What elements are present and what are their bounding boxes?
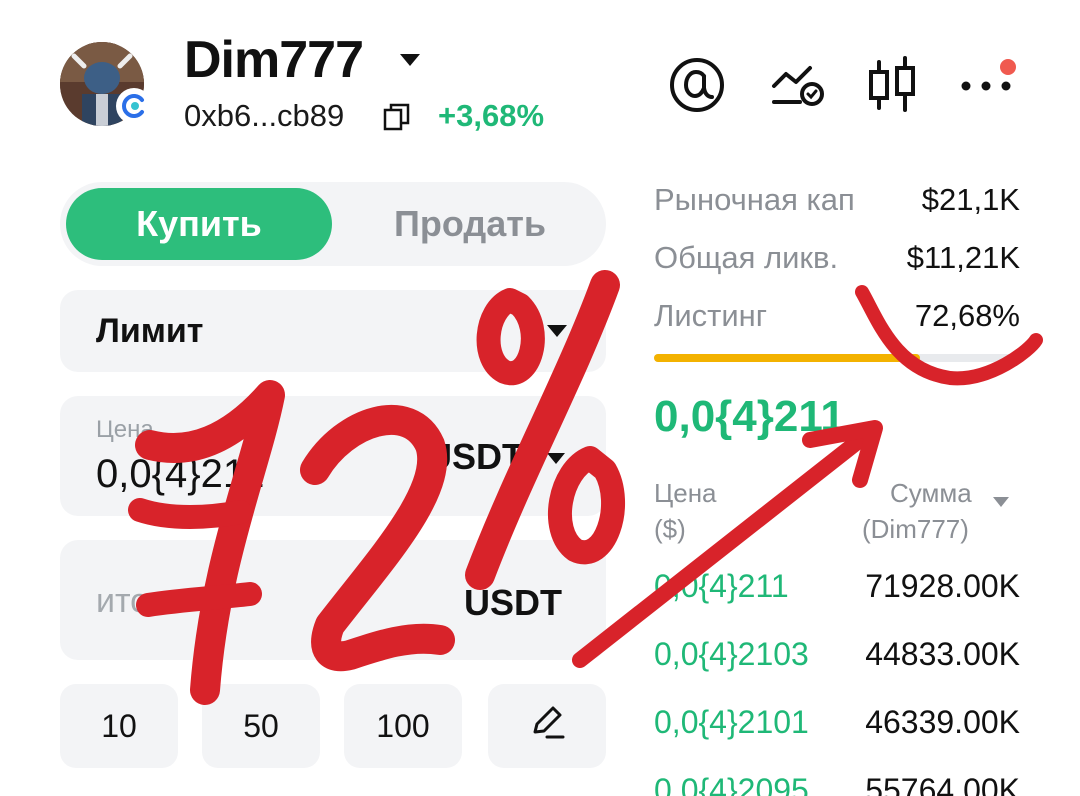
total-input[interactable]: итого USDT <box>60 540 606 660</box>
orderbook-row-amount: 55764.00K <box>865 772 1020 796</box>
buy-sell-toggle: Купить Продать <box>60 182 606 266</box>
amount-preset-100[interactable]: 100 <box>344 684 462 768</box>
at-sign-icon[interactable] <box>668 56 726 119</box>
more-icon[interactable] <box>958 58 1022 103</box>
liquidity-label: Общая ликв. <box>654 240 839 275</box>
orderbook-row-price[interactable]: 0,0{4}2095 <box>654 772 809 796</box>
listing-progress-fill <box>654 354 920 362</box>
username[interactable]: Dim777 <box>184 30 364 90</box>
wallet-address: 0xb6...cb89 <box>184 98 345 133</box>
pencil-icon <box>527 702 567 750</box>
listing-label: Листинг <box>654 298 768 333</box>
orderbook-row-amount: 71928.00K <box>865 568 1020 604</box>
edit-presets-button[interactable] <box>488 684 606 768</box>
chevron-down-icon <box>546 452 566 470</box>
col-amount-header[interactable]: Сумма <box>890 478 972 509</box>
price-field-label: Цена <box>96 416 154 443</box>
price-change: +3,68% <box>438 98 545 133</box>
orderbook-row-price[interactable]: 0,0{4}211 <box>654 568 789 605</box>
orderbook-row-price[interactable]: 0,0{4}2103 <box>654 636 809 673</box>
price-input[interactable]: Цена 0,0{4}211 USDT <box>60 396 606 516</box>
amount-preset-50[interactable]: 50 <box>202 684 320 768</box>
orderbook-row-amount: 44833.00K <box>865 636 1020 672</box>
buy-tab[interactable]: Купить <box>66 188 332 260</box>
order-type-label: Лимит <box>96 312 204 350</box>
sell-tab[interactable]: Продать <box>340 188 600 260</box>
total-placeholder: итого <box>96 582 180 620</box>
orderbook-row-price[interactable]: 0,0{4}2101 <box>654 704 809 741</box>
price-field-value[interactable]: 0,0{4}211 <box>96 452 264 497</box>
chain-badge-icon <box>116 88 152 124</box>
orderbook-row-amount: 46339.00K <box>865 704 1020 740</box>
copy-icon[interactable] <box>382 102 412 137</box>
chevron-down-icon[interactable] <box>992 484 1010 515</box>
col-price-header: Цена <box>654 478 717 508</box>
amount-preset-10[interactable]: 10 <box>60 684 178 768</box>
market-cap-value: $21,1K <box>921 182 1020 217</box>
liquidity-value: $11,21K <box>906 240 1020 275</box>
chevron-down-icon <box>546 324 568 343</box>
col-amount-unit: (Dim777) <box>862 514 969 544</box>
current-price: 0,0{4}211 <box>654 392 845 441</box>
market-cap-label: Рыночная кап <box>654 182 855 217</box>
total-unit: USDT <box>464 582 562 623</box>
candlestick-icon[interactable] <box>866 56 920 119</box>
chart-alert-icon[interactable] <box>770 56 826 117</box>
listing-progress-bar <box>654 354 1020 362</box>
listing-value: 72,68% <box>914 298 1020 333</box>
price-unit-select[interactable]: USDT <box>426 436 524 478</box>
col-price-unit: ($) <box>654 514 686 544</box>
order-type-select[interactable]: Лимит <box>60 290 606 372</box>
chevron-down-icon[interactable] <box>398 52 422 73</box>
notification-dot <box>1000 59 1016 75</box>
trade-screen: Dim777 0xb6...cb89 +3,68% Купить Продать… <box>0 0 1080 796</box>
